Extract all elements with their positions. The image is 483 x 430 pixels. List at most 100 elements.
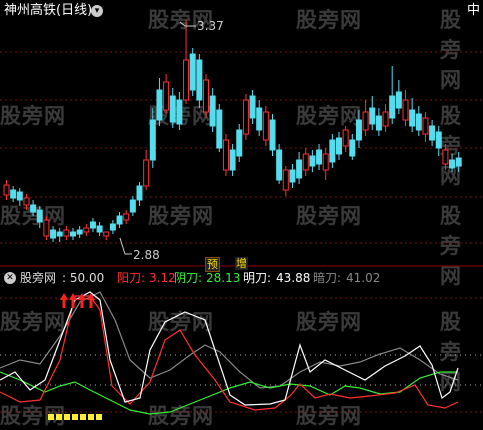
- candle-body: [369, 107, 376, 125]
- candle-body: [256, 107, 263, 131]
- signal-arrow-stem: [62, 300, 66, 308]
- yin-dao-value: 28.13: [206, 271, 241, 285]
- candle-body: [183, 59, 190, 101]
- candle-body: [63, 229, 70, 237]
- candle-body: [189, 53, 196, 91]
- candle-body: [103, 231, 110, 237]
- candle-body: [309, 155, 316, 167]
- circle-x-icon[interactable]: ✕: [4, 272, 16, 284]
- an-dao-line: [0, 291, 459, 389]
- low-price-label: 2.88: [133, 248, 160, 262]
- stock-title: 神州高铁(日线): [4, 3, 93, 18]
- candle-body: [3, 184, 10, 196]
- high-marker-arrow: [179, 21, 196, 27]
- signal-arrow-stem: [80, 300, 84, 308]
- candle-body: [242, 99, 249, 135]
- candle-body: [395, 91, 402, 109]
- candle-body: [249, 95, 256, 119]
- candle-body: [429, 125, 436, 141]
- candle-body: [56, 231, 63, 237]
- candle-body: [30, 204, 37, 213]
- candle-body: [449, 159, 456, 169]
- candle-body: [296, 159, 303, 179]
- candle-body: [229, 149, 236, 171]
- candle-body: [76, 229, 83, 235]
- yin-dao-label: 阴刀:: [174, 271, 203, 285]
- candle-body: [355, 119, 362, 141]
- corner-label[interactable]: 中: [467, 4, 480, 18]
- candle-body: [109, 223, 116, 231]
- yang-dao-value: 3.12: [149, 271, 176, 285]
- candle-body: [289, 169, 296, 183]
- candle-body: [222, 139, 229, 171]
- candle-body: [316, 149, 323, 165]
- candle-body: [36, 209, 43, 223]
- candle-body: [169, 95, 176, 123]
- candle-body: [50, 229, 57, 239]
- low-marker-arrow: [119, 237, 132, 255]
- stock-chart-window: 股旁网 股旁网 股旁网 股旁网 股旁网 股旁网 股旁网 股旁网 股旁网 股旁网 …: [0, 0, 483, 428]
- increase-badge[interactable]: 增: [235, 257, 248, 270]
- forecast-badge[interactable]: 预: [205, 257, 220, 272]
- candle-body: [216, 109, 223, 149]
- candle-body: [262, 111, 269, 141]
- signal-square: [56, 414, 62, 420]
- candle-body: [116, 215, 123, 225]
- price-annotations: [119, 21, 196, 255]
- candle-body: [96, 225, 103, 233]
- candle-body: [10, 189, 17, 199]
- candle-body: [196, 59, 203, 101]
- signal-arrow-up: [60, 293, 68, 300]
- candle-body: [123, 213, 130, 221]
- chevron-down-icon[interactable]: ▾: [91, 5, 103, 17]
- candle-body: [89, 221, 96, 229]
- signal-arrow-stem: [71, 300, 75, 308]
- candle-body: [455, 157, 462, 167]
- candle-body: [409, 109, 416, 127]
- candle-body: [329, 139, 336, 163]
- chart-canvas[interactable]: [0, 0, 483, 425]
- candle-body: [402, 99, 409, 121]
- signal-square: [88, 414, 94, 420]
- candle-body: [415, 113, 422, 131]
- candle-body: [203, 79, 209, 113]
- indicator-lines: [0, 291, 459, 420]
- candle-body: [349, 139, 356, 157]
- candle-body: [23, 197, 30, 206]
- candle-body: [442, 149, 449, 165]
- indicator-value: : 50.00: [62, 271, 105, 285]
- candle-body: [156, 89, 163, 121]
- signal-square: [80, 414, 86, 420]
- signal-square: [64, 414, 70, 420]
- high-price-label: 3.37: [197, 19, 224, 33]
- candle-body: [176, 99, 183, 125]
- candle-body: [282, 169, 289, 191]
- candle-body: [375, 115, 382, 131]
- candle-body: [342, 129, 349, 147]
- candle-body: [302, 153, 309, 171]
- candle-body: [209, 95, 216, 127]
- an-dao-label: 暗刀:: [313, 271, 342, 285]
- signal-square: [48, 414, 54, 420]
- candle-body: [70, 231, 76, 237]
- candle-body: [43, 219, 50, 237]
- signal-square: [96, 414, 102, 420]
- yang-dao-label: 阳刀:: [117, 271, 146, 285]
- ming-dao-label: 明刀:: [243, 271, 272, 285]
- signal-arrow-stem: [89, 300, 93, 308]
- candle-body: [435, 131, 442, 149]
- ming-dao-value: 43.88: [276, 271, 311, 285]
- candle-body: [276, 149, 283, 181]
- candle-body: [269, 119, 276, 151]
- candle-body: [382, 111, 389, 127]
- candlestick-series: [3, 20, 462, 242]
- signal-square: [72, 414, 78, 420]
- candle-body: [149, 119, 156, 161]
- candle-body: [129, 199, 136, 213]
- indicator-name: 股旁网: [20, 271, 57, 285]
- candle-body: [143, 159, 150, 187]
- candle-body: [163, 81, 170, 111]
- candle-body: [83, 227, 90, 233]
- candle-body: [336, 137, 342, 155]
- an-dao-value: 41.02: [346, 271, 381, 285]
